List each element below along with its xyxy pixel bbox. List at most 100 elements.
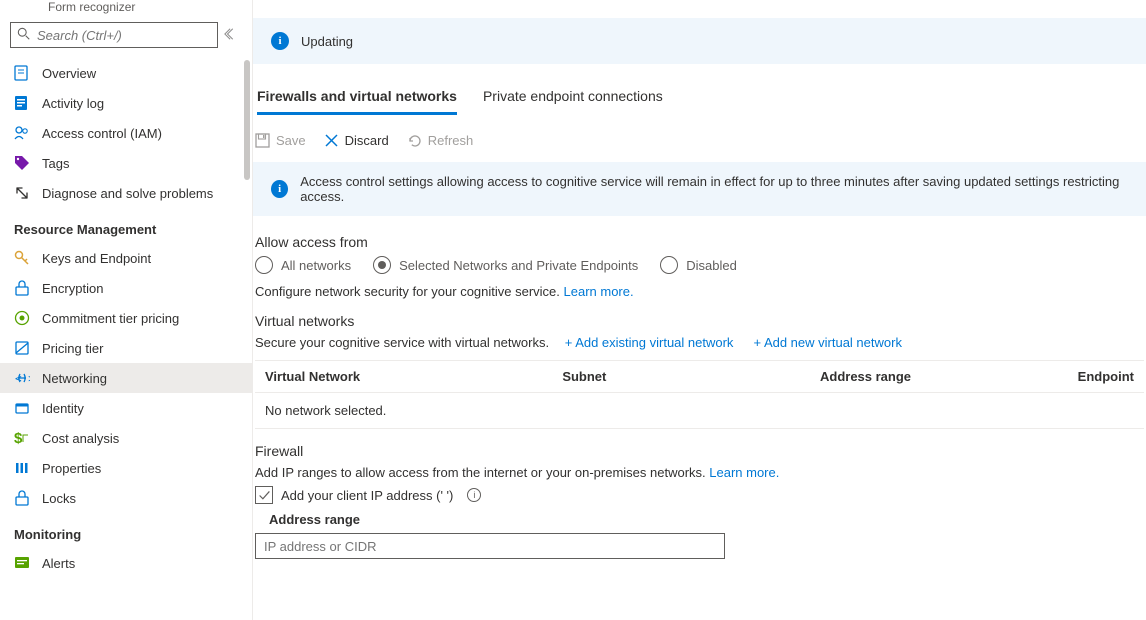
- info-note-banner: i Access control settings allowing acces…: [253, 162, 1146, 216]
- search-box[interactable]: [10, 22, 218, 48]
- col-endpoint: Endpoint: [1078, 369, 1134, 384]
- info-icon: i: [271, 32, 289, 50]
- tabs: Firewalls and virtual networks Private e…: [257, 82, 1144, 115]
- nav-commitment-tier-pricing[interactable]: Commitment tier pricing: [0, 303, 252, 333]
- firewall-title: Firewall: [255, 443, 1144, 459]
- main-content: i Updating Firewalls and virtual network…: [253, 0, 1146, 620]
- nav-identity[interactable]: Identity: [0, 393, 252, 423]
- nav-item-label: Encryption: [42, 281, 103, 296]
- nav-properties[interactable]: Properties: [0, 453, 252, 483]
- radio-label: All networks: [281, 258, 351, 273]
- ip-address-input[interactable]: [255, 533, 725, 559]
- vnet-desc: Secure your cognitive service with virtu…: [255, 335, 549, 350]
- nav-diagnose-and-solve-problems[interactable]: Diagnose and solve problems: [0, 178, 252, 208]
- nav-group-monitoring: Monitoring: [0, 513, 252, 548]
- nav-item-label: Tags: [42, 156, 69, 171]
- nav-item-label: Cost analysis: [42, 431, 119, 446]
- identity-icon: [14, 400, 30, 416]
- nav-activity-log[interactable]: Activity log: [0, 88, 252, 118]
- radio-disabled[interactable]: Disabled: [660, 256, 737, 274]
- vnet-title: Virtual networks: [255, 313, 1144, 329]
- col-subnet: Subnet: [562, 369, 820, 384]
- iam-icon: [14, 125, 30, 141]
- client-ip-label: Add your client IP address (' '): [281, 488, 453, 503]
- key-icon: [14, 250, 30, 266]
- save-button[interactable]: Save: [255, 133, 306, 148]
- nav-pricing-tier[interactable]: Pricing tier: [0, 333, 252, 363]
- lock-icon: [14, 490, 30, 506]
- nav-cost-analysis[interactable]: Cost analysis: [0, 423, 252, 453]
- vnet-table-header: Virtual Network Subnet Address range End…: [255, 360, 1144, 393]
- nav-locks[interactable]: Locks: [0, 483, 252, 513]
- vnet-desc-row: Secure your cognitive service with virtu…: [255, 335, 1144, 350]
- nav-item-label: Access control (IAM): [42, 126, 162, 141]
- radio-selected-networks[interactable]: Selected Networks and Private Endpoints: [373, 256, 638, 274]
- info-tooltip-icon[interactable]: i: [467, 488, 481, 502]
- refresh-icon: [407, 133, 422, 148]
- toolbar: Save Discard Refresh: [255, 125, 1144, 162]
- diagnose-icon: [14, 185, 30, 201]
- props-icon: [14, 460, 30, 476]
- nav-item-label: Commitment tier pricing: [42, 311, 179, 326]
- nav-item-label: Activity log: [42, 96, 104, 111]
- tab-firewalls[interactable]: Firewalls and virtual networks: [257, 82, 457, 115]
- activity-icon: [14, 95, 30, 111]
- nav-encryption[interactable]: Encryption: [0, 273, 252, 303]
- allow-access-desc: Configure network security for your cogn…: [255, 284, 1144, 299]
- firewall-desc: Add IP ranges to allow access from the i…: [255, 465, 1144, 480]
- tab-private-endpoints[interactable]: Private endpoint connections: [483, 82, 663, 115]
- address-range-label: Address range: [269, 512, 1144, 527]
- col-virtual-network: Virtual Network: [265, 369, 562, 384]
- search-input[interactable]: [37, 28, 215, 43]
- radio-label: Selected Networks and Private Endpoints: [399, 258, 638, 273]
- info-icon: i: [271, 180, 288, 198]
- nav-keys-and-endpoint[interactable]: Keys and Endpoint: [0, 243, 252, 273]
- nav-item-label: Overview: [42, 66, 96, 81]
- desc-text: Add IP ranges to allow access from the i…: [255, 465, 709, 480]
- pricing-icon: [14, 340, 30, 356]
- sidebar: Form recognizer Overview Activity log Acce…: [0, 0, 253, 620]
- cost-icon: [14, 430, 30, 446]
- checkbox-icon[interactable]: [255, 486, 273, 504]
- refresh-button[interactable]: Refresh: [407, 133, 474, 148]
- nav-tags[interactable]: Tags: [0, 148, 252, 178]
- breadcrumb: Form recognizer: [0, 0, 252, 16]
- radio-icon: [373, 256, 391, 274]
- alerts-icon: [14, 555, 30, 571]
- add-existing-vnet-link[interactable]: Add existing virtual network: [565, 335, 734, 350]
- collapse-sidebar-button[interactable]: [224, 27, 238, 44]
- discard-icon: [324, 133, 339, 148]
- search-icon: [17, 27, 31, 44]
- learn-more-link[interactable]: Learn more.: [564, 284, 634, 299]
- overview-icon: [14, 65, 30, 81]
- vnet-empty-row: No network selected.: [255, 393, 1144, 429]
- add-new-vnet-link[interactable]: Add new virtual network: [753, 335, 902, 350]
- allow-access-title: Allow access from: [255, 234, 1144, 250]
- nav-networking[interactable]: Networking: [0, 363, 252, 393]
- nav-item-label: Diagnose and solve problems: [42, 186, 213, 201]
- discard-button[interactable]: Discard: [324, 133, 389, 148]
- radio-icon: [255, 256, 273, 274]
- nav-item-label: Networking: [42, 371, 107, 386]
- nav-item-label: Locks: [42, 491, 76, 506]
- commit-icon: [14, 310, 30, 326]
- radio-icon: [660, 256, 678, 274]
- nav-access-control-iam-[interactable]: Access control (IAM): [0, 118, 252, 148]
- desc-text: Configure network security for your cogn…: [255, 284, 564, 299]
- nav-alerts[interactable]: Alerts: [0, 548, 252, 578]
- save-icon: [255, 133, 270, 148]
- firewall-learn-more-link[interactable]: Learn more.: [709, 465, 779, 480]
- updating-banner: i Updating: [253, 18, 1146, 64]
- nav: Overview Activity log Access control (IAM)…: [0, 58, 252, 578]
- allow-access-radio-group: All networks Selected Networks and Priva…: [255, 256, 1144, 274]
- nav-overview[interactable]: Overview: [0, 58, 252, 88]
- info-note-text: Access control settings allowing access …: [300, 174, 1128, 204]
- radio-all-networks[interactable]: All networks: [255, 256, 351, 274]
- radio-label: Disabled: [686, 258, 737, 273]
- discard-label: Discard: [345, 133, 389, 148]
- client-ip-checkbox-row[interactable]: Add your client IP address (' ') i: [255, 486, 1144, 504]
- banner-text: Updating: [301, 34, 353, 49]
- col-address-range: Address range: [820, 369, 1078, 384]
- save-label: Save: [276, 133, 306, 148]
- scrollbar-thumb[interactable]: [244, 60, 250, 180]
